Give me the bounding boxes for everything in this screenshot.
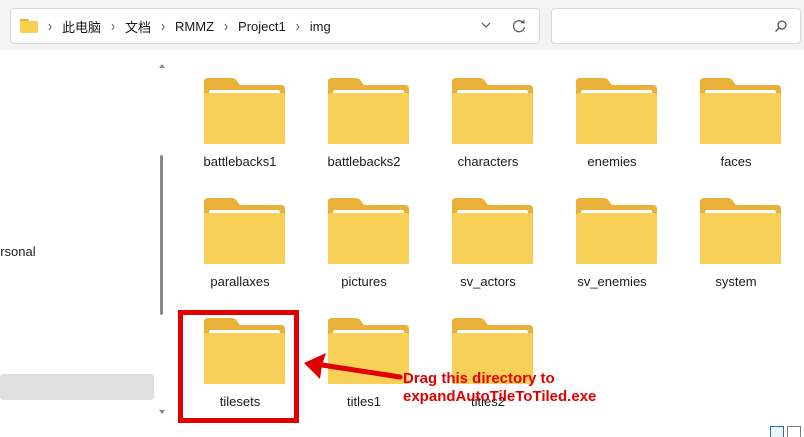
folder-label: pictures [341,274,387,289]
details-view-toggle[interactable] [770,426,784,437]
nav-item-personal[interactable]: ersonal [0,244,36,259]
annotation-highlight-box [178,310,299,423]
annotation-text: Drag this directory to expandAutoTileToT… [403,370,596,406]
folder-icon [328,198,409,264]
breadcrumb-separator[interactable]: › [48,17,52,35]
refresh-icon[interactable] [511,18,527,34]
breadcrumb-separator[interactable]: › [224,17,228,35]
folder-icon [20,19,38,33]
folder-icon [576,78,657,144]
folder-label: system [715,274,757,289]
folder-icon [700,198,781,264]
folder-label: enemies [587,154,637,169]
breadcrumb-documents[interactable]: 文档 [125,17,151,36]
folder-label: battlebacks1 [203,154,277,169]
folder-icon [452,198,533,264]
folder-item-battlebacks2[interactable]: battlebacks2 [309,70,419,180]
folder-item-pictures[interactable]: pictures [309,190,419,300]
search-icon[interactable] [774,19,788,33]
folder-icon [204,78,285,144]
nav-item-selected[interactable] [0,374,154,400]
folder-icon [204,198,285,264]
navigation-pane: ersonal [0,50,166,437]
folder-label: battlebacks2 [327,154,401,169]
address-bar[interactable]: › 此电脑 › 文档 › RMMZ › Project1 › img [10,8,540,44]
breadcrumb-project1[interactable]: Project1 [238,19,286,34]
folder-icon [576,198,657,264]
folder-item-system[interactable]: system [681,190,791,300]
folder-label: faces [720,154,752,169]
annotation-line-1: Drag this directory to [403,370,555,387]
scroll-up-icon[interactable] [157,62,167,70]
title-bar: › 此电脑 › 文档 › RMMZ › Project1 › img [0,0,804,50]
breadcrumb-separator[interactable]: › [296,17,300,35]
icon-view-toggle[interactable] [787,426,801,437]
breadcrumb-separator[interactable]: › [161,17,165,35]
scroll-down-icon[interactable] [157,408,167,416]
folder-icon [700,78,781,144]
folder-item-battlebacks1[interactable]: battlebacks1 [185,70,295,180]
folder-label: sv_enemies [577,274,647,289]
folder-icon [328,78,409,144]
folder-label: parallaxes [210,274,270,289]
folder-icon [452,78,533,144]
folder-item-sv-actors[interactable]: sv_actors [433,190,543,300]
annotation-line-2: expandAutoTileToTiled.exe [403,388,597,405]
annotation-arrow [304,353,403,380]
search-input[interactable] [551,8,801,44]
folder-item-enemies[interactable]: enemies [557,70,667,180]
breadcrumb-this-pc[interactable]: 此电脑 [62,17,101,36]
folder-item-faces[interactable]: faces [681,70,791,180]
breadcrumb-rmmz[interactable]: RMMZ [175,19,214,34]
folder-label: characters [457,154,519,169]
scrollbar-thumb[interactable] [160,155,163,315]
breadcrumb-separator[interactable]: › [111,17,115,35]
folder-item-sv-enemies[interactable]: sv_enemies [557,190,667,300]
breadcrumb-img[interactable]: img [310,19,331,34]
folder-label: sv_actors [460,274,516,289]
folder-item-parallaxes[interactable]: parallaxes [185,190,295,300]
chevron-down-icon[interactable] [479,18,493,32]
folder-item-characters[interactable]: characters [433,70,543,180]
